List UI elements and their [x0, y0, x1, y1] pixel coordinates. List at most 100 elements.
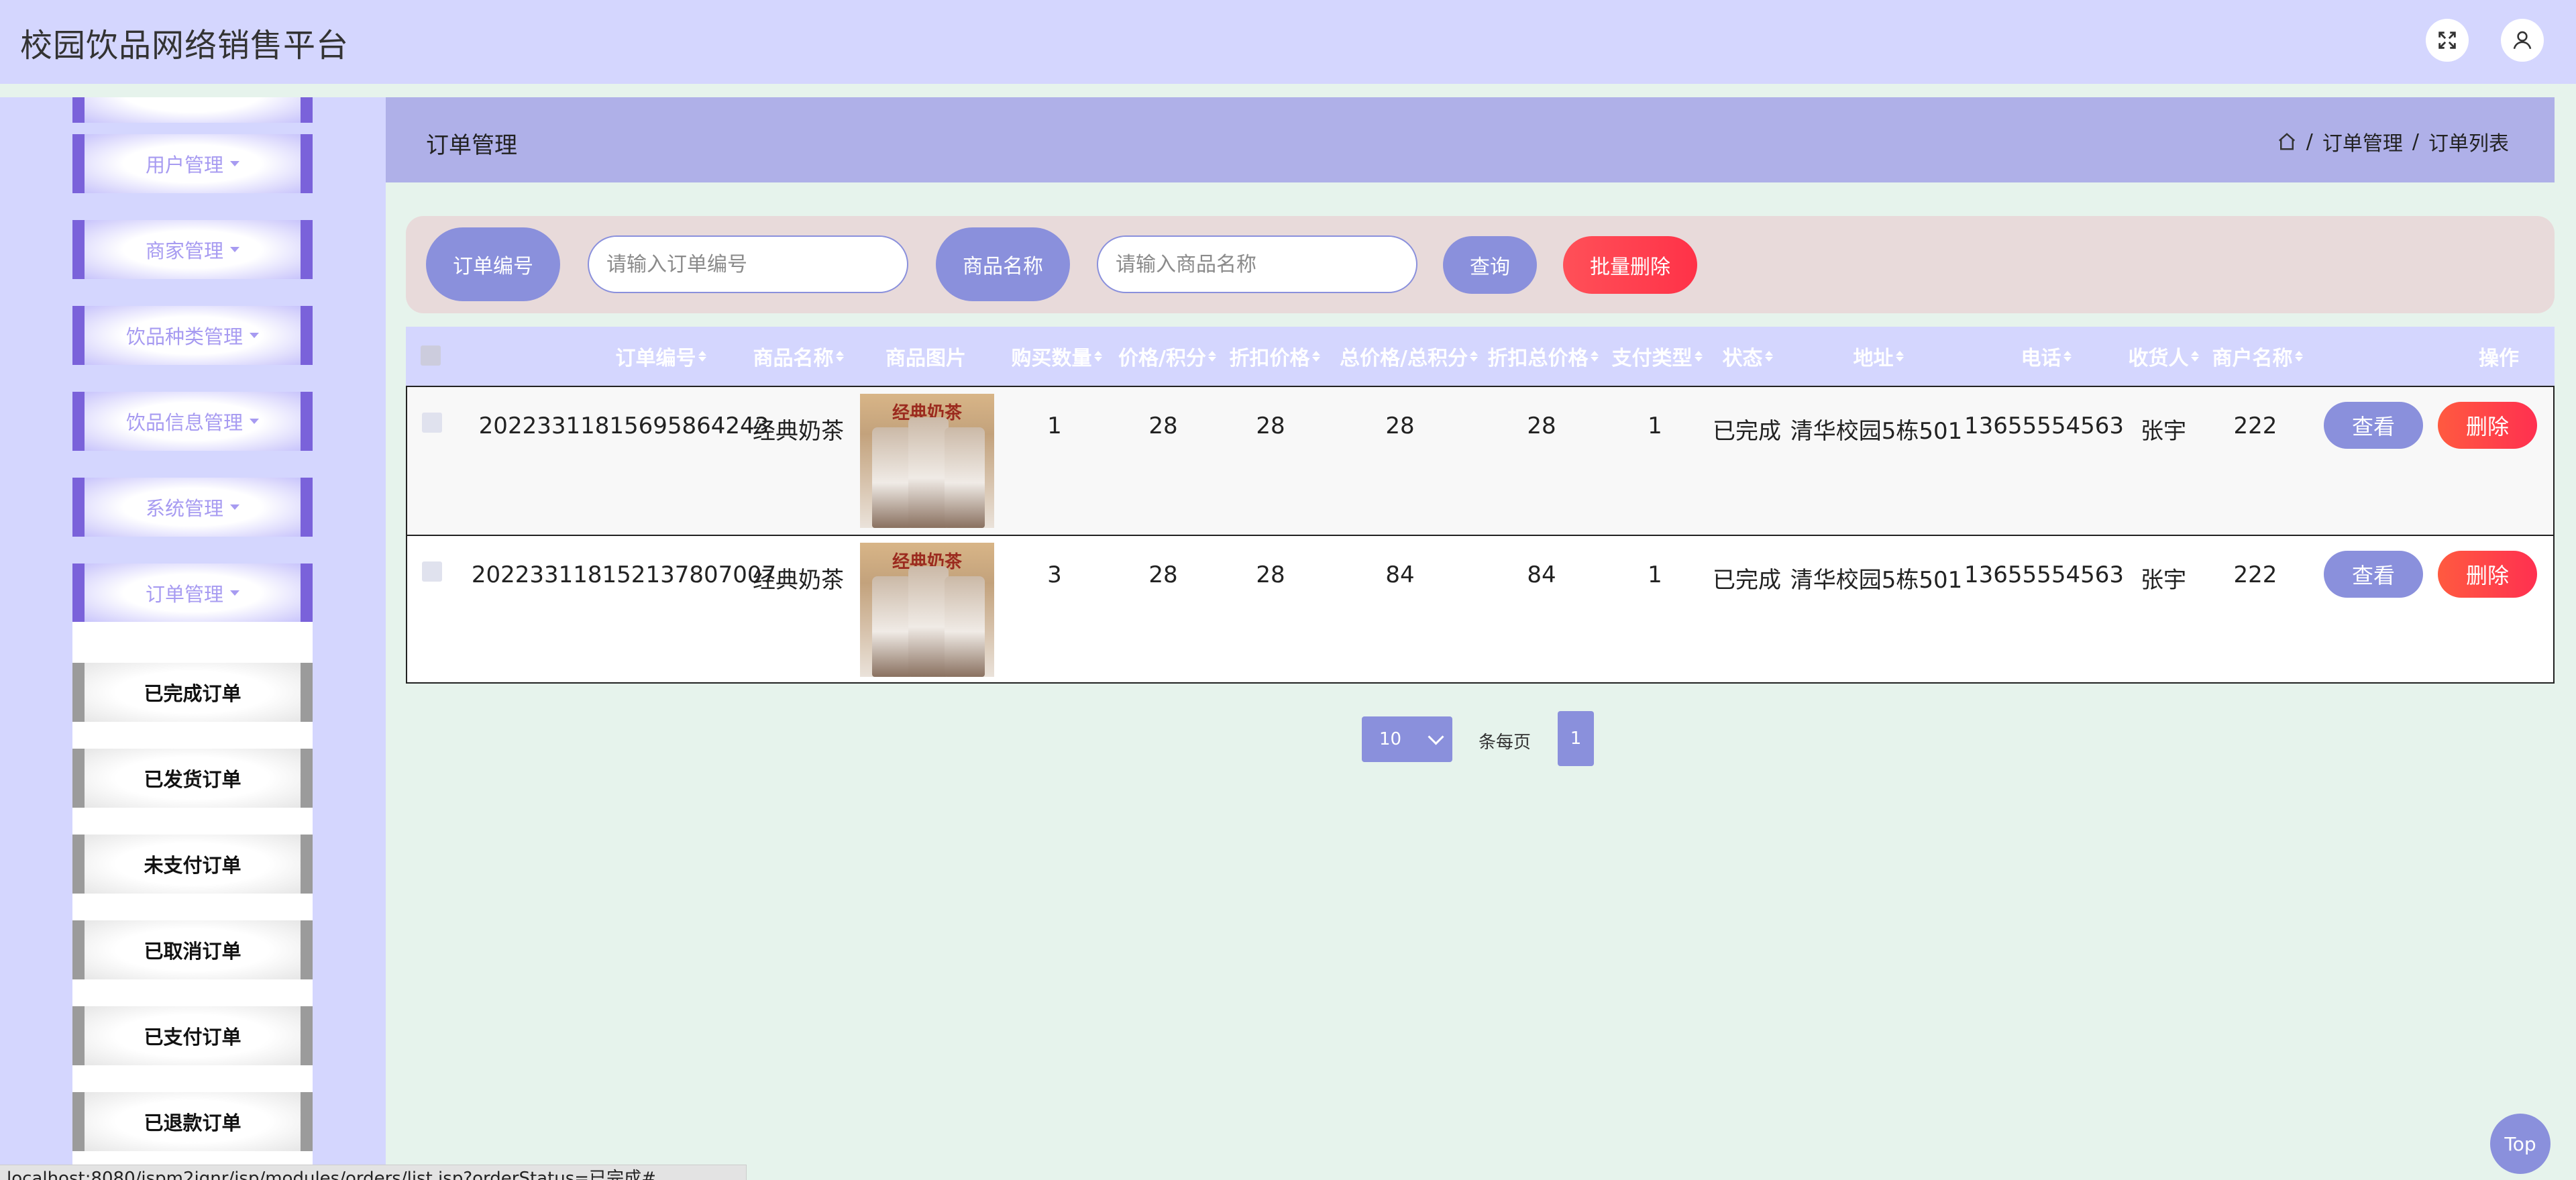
- caret-down-icon: [230, 161, 239, 166]
- breadcrumb-item[interactable]: 订单管理: [2322, 127, 2403, 156]
- delete-button[interactable]: 删除: [2438, 402, 2537, 449]
- breadcrumb-item: 订单列表: [2428, 132, 2509, 156]
- product-name-input[interactable]: [1097, 235, 1417, 293]
- column-header-product[interactable]: 商品名称: [741, 327, 855, 386]
- sidebar-item-unpaid-orders[interactable]: 未支付订单: [72, 835, 313, 894]
- sidebar-item-completed-orders[interactable]: 已完成订单: [72, 663, 313, 722]
- menu-label: 系统管理: [145, 497, 223, 520]
- sub-item-label: 已发货订单: [85, 749, 301, 808]
- sidebar-menu-partial[interactable]: [72, 97, 313, 123]
- view-button[interactable]: 查看: [2324, 551, 2423, 598]
- cell-address: 清华校园5栋501: [1790, 418, 1963, 445]
- column-label: 商户名称: [2212, 347, 2293, 370]
- select-all-checkbox[interactable]: [421, 345, 441, 366]
- sidebar-menu-drink-categories[interactable]: 饮品种类管理: [72, 306, 313, 365]
- column-header-qty[interactable]: 购买数量: [1000, 327, 1114, 386]
- menu-label: 商家管理: [145, 239, 223, 262]
- menu-label: 饮品种类管理: [125, 325, 243, 348]
- delete-button[interactable]: 删除: [2438, 551, 2537, 598]
- breadcrumb-separator: /: [2412, 129, 2419, 154]
- cell-discount-total: 84: [1527, 561, 1556, 588]
- cell-status: 已完成: [1713, 418, 1781, 445]
- view-button[interactable]: 查看: [2324, 402, 2423, 449]
- sort-icon: [1093, 351, 1102, 362]
- sidebar-menu-orders[interactable]: 订单管理: [72, 564, 313, 623]
- search-panel: 订单编号 商品名称 查询 批量删除: [406, 216, 2555, 313]
- product-image: 经典奶茶: [860, 543, 994, 677]
- fullscreen-icon[interactable]: [2426, 19, 2469, 62]
- cell-qty: 3: [1047, 561, 1062, 588]
- sidebar-item-shipped-orders[interactable]: 已发货订单: [72, 749, 313, 808]
- column-header-image: 商品图片: [869, 327, 983, 386]
- cell-merchant: 222: [2233, 561, 2277, 588]
- column-header-merchant[interactable]: 商户名称: [2204, 327, 2311, 386]
- browser-status-url: localhost:8080/jspm2jqnr/jsp/modules/ord…: [0, 1165, 747, 1180]
- cell-price: 28: [1148, 561, 1178, 588]
- sidebar-item-refunded-orders[interactable]: 已退款订单: [72, 1092, 313, 1151]
- page-number-button[interactable]: 1: [1558, 711, 1594, 766]
- cell-discount-price: 28: [1256, 561, 1285, 588]
- cell-phone: 13655554563: [1964, 561, 2124, 588]
- page-size-select[interactable]: 10: [1362, 716, 1452, 762]
- column-header-pay-type[interactable]: 支付类型: [1600, 327, 1714, 386]
- top-header: 校园饮品网络销售平台: [0, 0, 2576, 84]
- column-label: 价格/积分: [1118, 347, 1206, 370]
- sidebar-menu-users[interactable]: 用户管理: [72, 134, 313, 193]
- column-label: 商品图片: [885, 347, 966, 370]
- cell-status: 已完成: [1713, 567, 1781, 594]
- sort-icon: [1311, 351, 1320, 362]
- sidebar: 用户管理 商家管理 饮品种类管理 饮品信息管理 系统管理 订单管理 已完成订单 …: [0, 97, 386, 1179]
- cell-receiver: 张宇: [2141, 418, 2186, 445]
- row-checkbox[interactable]: [422, 413, 442, 433]
- cell-total: 84: [1385, 561, 1415, 588]
- column-header-price[interactable]: 价格/积分: [1110, 327, 1224, 386]
- sort-icon: [698, 351, 706, 362]
- back-to-top-button[interactable]: Top: [2490, 1114, 2551, 1174]
- cell-qty: 1: [1047, 413, 1062, 439]
- sidebar-menu-merchants[interactable]: 商家管理: [72, 220, 313, 279]
- column-header-discount-total[interactable]: 折扣总价格: [1479, 327, 1607, 386]
- breadcrumb-separator: /: [2306, 129, 2313, 154]
- column-header-address[interactable]: 地址: [1794, 327, 1962, 386]
- app-title: 校园饮品网络销售平台: [20, 27, 350, 64]
- sub-item-label: 已退款订单: [85, 1092, 301, 1151]
- column-header-order-no[interactable]: 订单编号: [550, 327, 771, 386]
- sort-icon: [1895, 351, 1904, 362]
- table-header: 订单编号 商品名称 商品图片 购买数量 价格/积分 折扣价格 总价格/总积分 折…: [406, 327, 2555, 386]
- column-header-phone[interactable]: 电话: [1969, 327, 2123, 386]
- menu-label: 订单管理: [145, 583, 223, 606]
- cell-pay-type: 1: [1648, 413, 1662, 439]
- column-header-status[interactable]: 状态: [1707, 327, 1788, 386]
- sidebar-menu-system[interactable]: 系统管理: [72, 478, 313, 537]
- column-label: 收货人: [2128, 347, 2189, 370]
- sidebar-menu-drink-info[interactable]: 饮品信息管理: [72, 392, 313, 451]
- sort-icon: [2063, 351, 2072, 362]
- order-no-input[interactable]: [588, 235, 908, 293]
- menu-label: 用户管理: [145, 154, 223, 176]
- row-checkbox[interactable]: [422, 561, 442, 582]
- caret-down-icon: [230, 247, 239, 252]
- breadcrumb: / 订单管理 / 订单列表: [2277, 127, 2509, 156]
- query-button[interactable]: 查询: [1443, 236, 1537, 294]
- chevron-down-icon: [1428, 729, 1444, 745]
- table-row: 20223311815695864243 经典奶茶 经典奶茶 1 28 28 2…: [406, 386, 2555, 535]
- sub-item-label: 未支付订单: [85, 835, 301, 894]
- cell-merchant: 222: [2233, 413, 2277, 439]
- column-label: 商品名称: [753, 347, 834, 370]
- sidebar-item-paid-orders[interactable]: 已支付订单: [72, 1006, 313, 1065]
- column-label: 地址: [1853, 347, 1894, 370]
- user-icon[interactable]: [2501, 19, 2544, 62]
- page-title: 订单管理: [426, 132, 517, 159]
- sort-icon: [2190, 351, 2199, 362]
- column-label: 电话: [2021, 347, 2061, 370]
- home-icon[interactable]: [2277, 131, 2297, 152]
- page-size-value: 10: [1379, 729, 1402, 749]
- batch-delete-button[interactable]: 批量删除: [1563, 236, 1697, 294]
- column-header-discount-price[interactable]: 折扣价格: [1218, 327, 1332, 386]
- column-header-receiver[interactable]: 收货人: [2120, 327, 2207, 386]
- sidebar-item-cancelled-orders[interactable]: 已取消订单: [72, 920, 313, 979]
- cell-pay-type: 1: [1648, 561, 1662, 588]
- column-header-total[interactable]: 总价格/总积分: [1332, 327, 1486, 386]
- cell-discount-total: 28: [1527, 413, 1556, 439]
- column-label: 总价格/总积分: [1340, 347, 1468, 370]
